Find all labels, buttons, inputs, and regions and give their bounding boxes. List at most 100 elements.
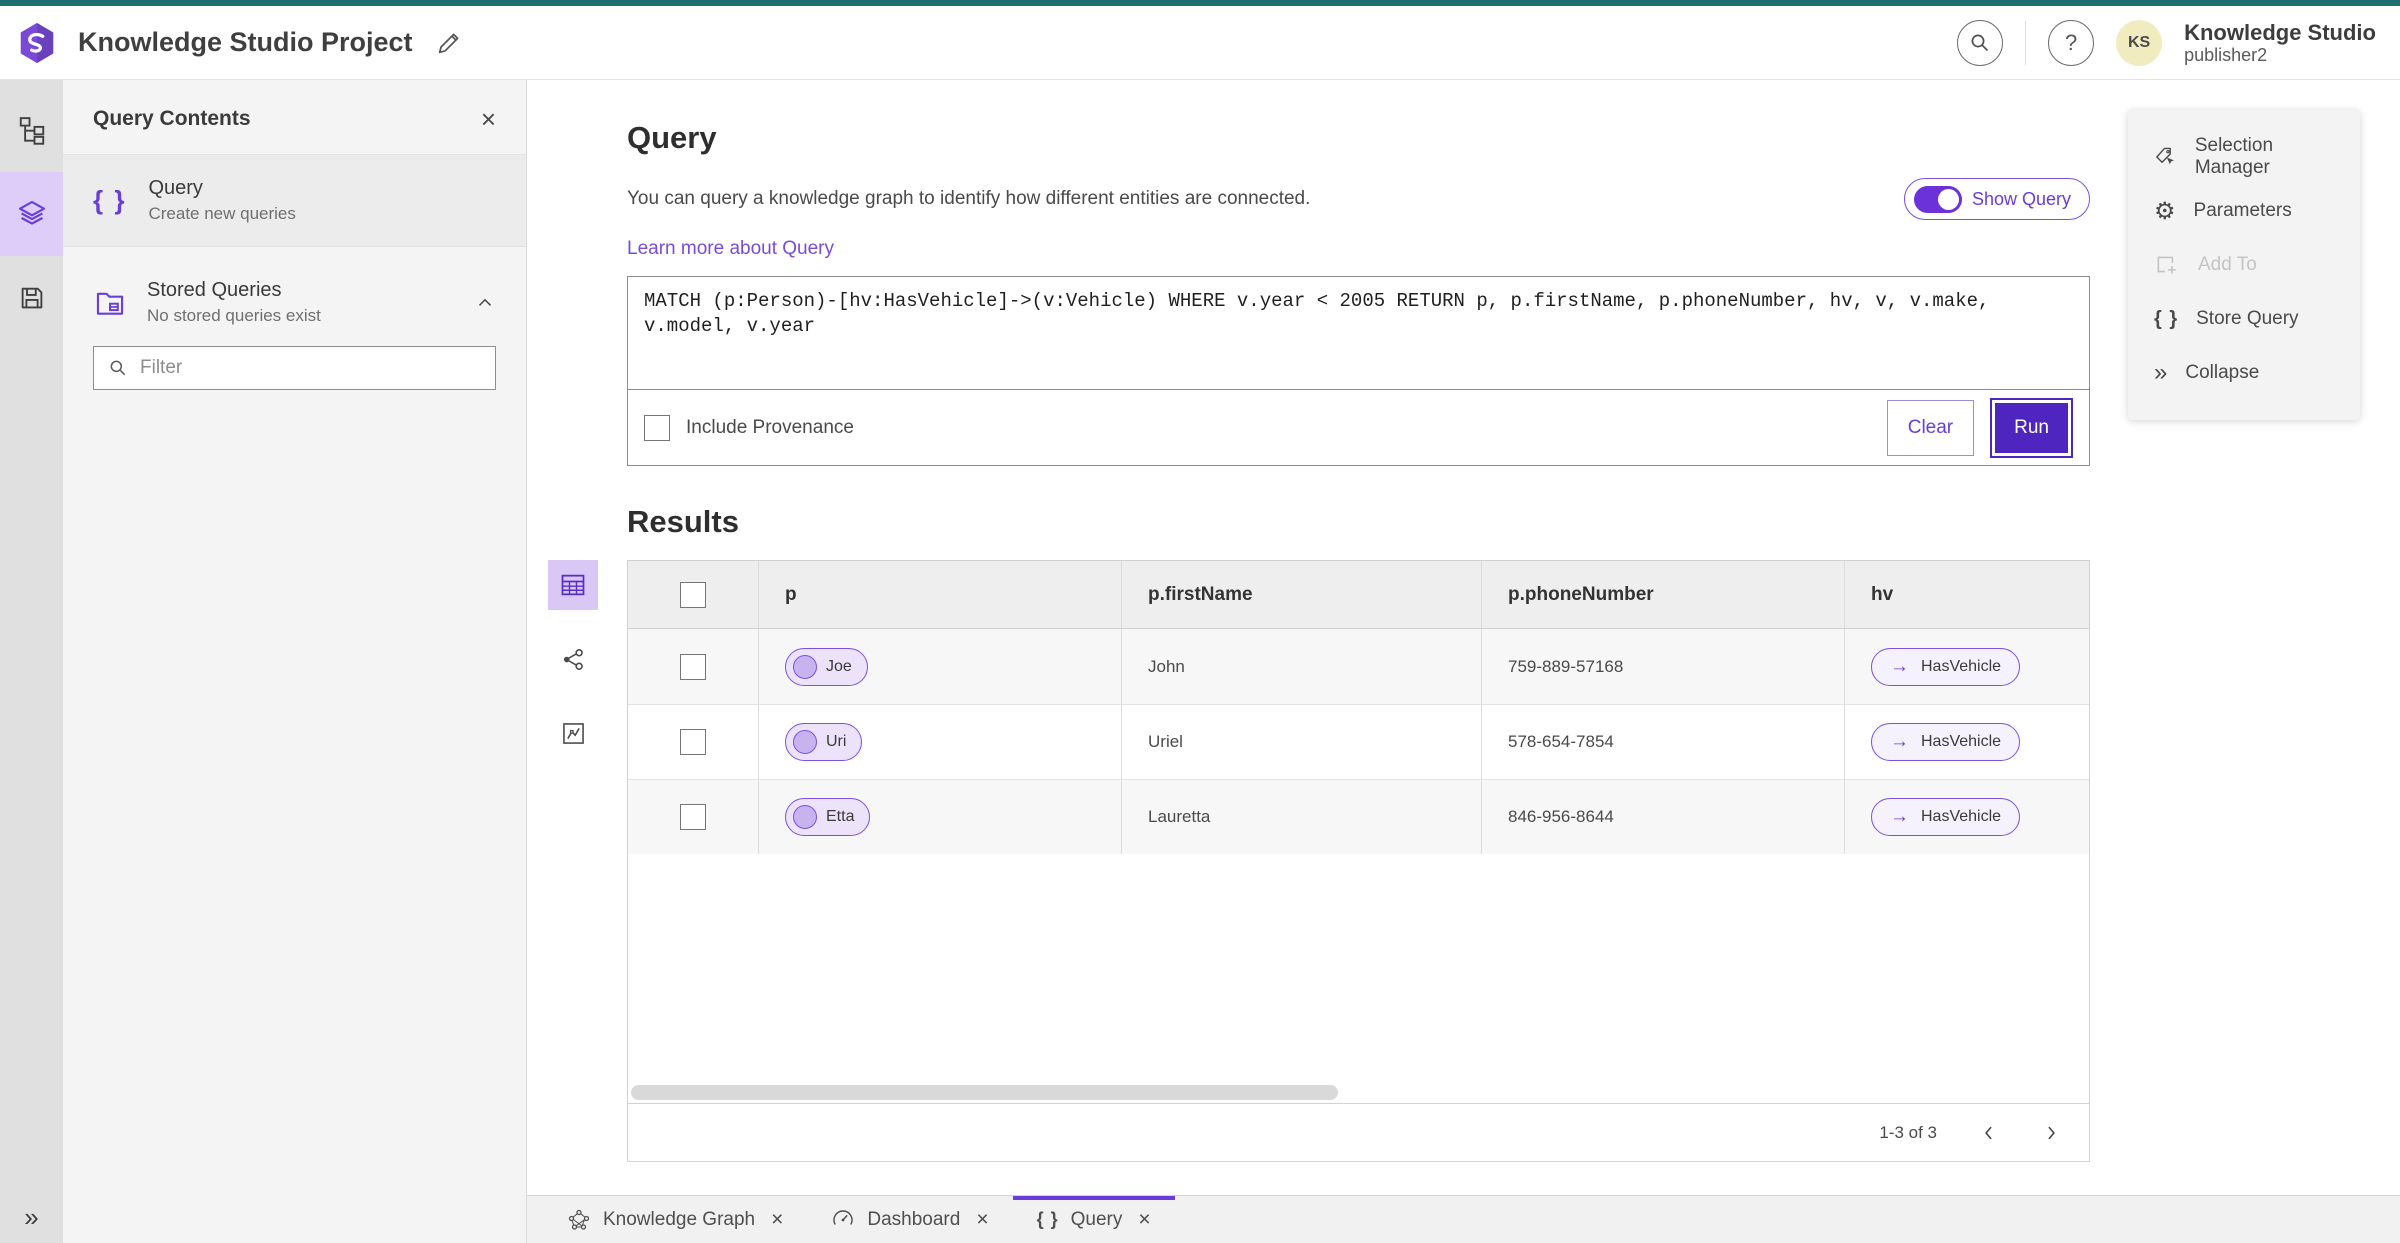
expand-rail-button[interactable]: » [0,1202,63,1233]
query-item-title: Query [148,177,203,199]
show-query-label: Show Query [1971,188,2071,209]
action-label: Selection Manager [2194,135,2274,178]
table-icon [561,574,585,596]
include-provenance-checkbox[interactable] [644,414,670,441]
query-contents-panel: Query Contents × { } Query Create new qu… [63,80,527,1243]
select-all-checkbox[interactable] [680,581,706,608]
app-logo-icon[interactable] [14,20,60,66]
store-query-button[interactable]: { } Store Query [2128,292,2360,346]
collapse-icon: » [2154,359,2168,386]
learn-more-link[interactable]: Learn more about Query [627,238,834,260]
help-icon: ? [2064,29,2078,55]
arrow-right-icon: → [1890,731,1909,752]
chevron-up-icon[interactable] [474,292,496,314]
graph-view-button[interactable] [548,634,598,684]
row-checkbox[interactable] [680,804,706,830]
rail-item-hierarchy[interactable] [0,88,63,172]
layers-icon [18,200,45,225]
next-page-button[interactable] [2033,1115,2069,1151]
clear-button[interactable]: Clear [1886,399,1975,456]
dashboard-gauge-icon [833,1209,854,1225]
chart-view-button[interactable] [548,708,598,758]
tab-knowledge-graph[interactable]: Knowledge Graph × [543,1196,807,1243]
gear-icon: ⚙ [2154,197,2176,225]
selection-manager-icon [2156,147,2174,165]
include-provenance-label: Include Provenance [686,416,854,438]
tab-query[interactable]: { } Query × [1013,1196,1175,1243]
results-view-toolbar [548,560,598,758]
chevron-left-icon [1985,1126,1992,1139]
bottom-tab-bar: Knowledge Graph × Dashboard × { } Query … [527,1195,2400,1243]
edge-pill[interactable]: → HasVehicle [1871,798,2021,836]
collapse-panel-button[interactable]: » Collapse [2128,346,2360,400]
query-actions-panel: Selection Manager ⚙ Parameters Add To { … [2128,110,2360,420]
query-editor[interactable]: MATCH (p:Person)-[hv:HasVehicle]->(v:Veh… [628,277,2089,389]
panel-gap [63,247,526,259]
previous-page-button[interactable] [1971,1115,2007,1151]
table-empty-area [628,854,2089,1083]
edge-pill[interactable]: → HasVehicle [1871,723,2021,761]
query-page: Query You can query a knowledge graph to… [527,80,2400,1195]
panel-title: Query Contents [93,107,251,130]
results-table: p p.firstName p.phoneNumber hv Joe John [627,560,2090,1162]
stored-queries-title: Stored Queries [147,279,282,301]
chevron-right-icon [2048,1126,2055,1139]
row-checkbox[interactable] [680,653,706,680]
query-form: MATCH (p:Person)-[hv:HasVehicle]->(v:Veh… [627,276,2090,466]
node-pill[interactable]: Etta [785,798,871,836]
results-title: Results [627,504,739,539]
knowledge-graph-icon [568,1209,590,1230]
node-pill[interactable]: Uri [785,723,863,761]
chart-icon [562,722,584,744]
query-list-item[interactable]: { } Query Create new queries [63,155,526,247]
cell-phone: 759-889-57168 [1481,629,1844,704]
arrow-right-icon: → [1890,655,1909,677]
table-view-button[interactable] [548,560,598,610]
row-checkbox[interactable] [680,729,706,755]
close-tab-icon[interactable]: × [1138,1208,1150,1232]
search-button[interactable] [1957,19,2004,66]
stored-queries-subtitle: No stored queries exist [147,306,321,325]
parameters-button[interactable]: ⚙ Parameters [2128,184,2360,238]
rail-item-save[interactable] [0,256,63,340]
query-description: You can query a knowledge graph to ident… [627,188,1311,209]
selection-manager-button[interactable]: Selection Manager [2128,130,2360,184]
project-title: Knowledge Studio Project [78,27,413,57]
edge-label: HasVehicle [1921,733,2002,750]
toggle-switch[interactable] [1913,185,1962,213]
edit-title-button[interactable] [435,29,463,57]
tab-dashboard[interactable]: Dashboard × [807,1196,1012,1243]
show-query-toggle[interactable]: Show Query [1903,178,2090,220]
action-label: Add To [2198,254,2257,275]
table-row: Joe John 759-889-57168 → HasVehicle [628,629,2089,704]
user-avatar[interactable]: KS [2116,19,2163,66]
scrollbar-thumb[interactable] [631,1085,1338,1100]
close-tab-icon[interactable]: × [771,1208,783,1232]
column-header-phonenumber[interactable]: p.phoneNumber [1481,561,1844,628]
product-name: Knowledge Studio [2184,19,2376,45]
run-button[interactable]: Run [1990,397,2073,458]
hierarchy-icon [19,117,44,145]
query-page-title: Query [627,120,717,155]
close-tab-icon[interactable]: × [976,1208,988,1232]
stored-queries-header[interactable]: Stored Queries No stored queries exist [63,259,526,336]
save-icon [21,287,42,309]
help-button[interactable]: ? [2048,19,2095,66]
filter-input[interactable] [140,357,481,379]
rail-item-layers[interactable] [0,172,63,256]
search-icon [1971,34,1989,51]
column-header-hv[interactable]: hv [1844,561,2089,628]
node-pill[interactable]: Joe [785,647,868,686]
action-label: Collapse [2185,362,2260,383]
table-row: Uri Uriel 578-654-7854 → HasVehicle [628,704,2089,779]
action-label: Parameters [2193,200,2292,221]
column-header-firstname[interactable]: p.firstName [1121,561,1481,628]
cell-phone: 846-956-8644 [1481,780,1844,854]
add-to-button[interactable]: Add To [2128,238,2360,292]
header-divider [2025,20,2027,65]
table-header-row: p p.firstName p.phoneNumber hv [628,561,2089,629]
close-panel-button[interactable]: × [481,106,496,132]
edge-pill[interactable]: → HasVehicle [1871,647,2021,686]
user-info: Knowledge Studio publisher2 [2184,20,2376,66]
column-header-p[interactable]: p [758,561,1121,628]
